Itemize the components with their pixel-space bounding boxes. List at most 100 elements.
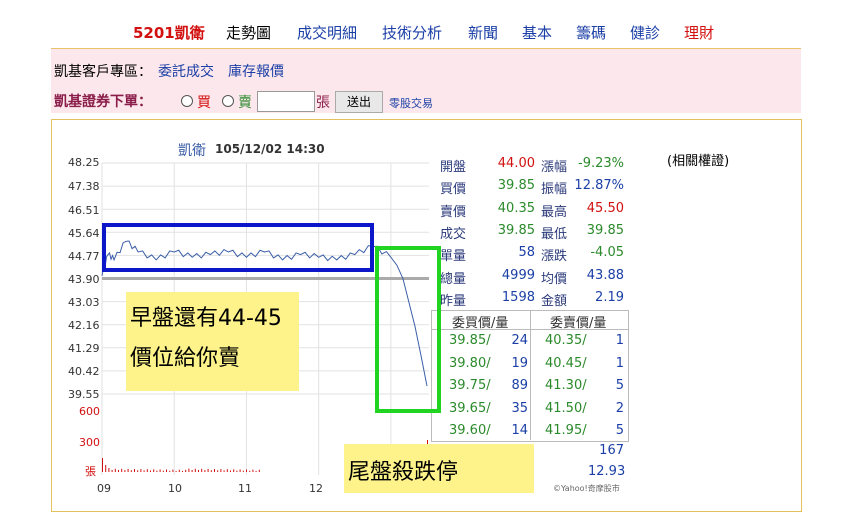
quote-label: 漲跌 [541,249,568,265]
volume-bar [223,470,225,472]
quote-value: 39.85 [497,178,535,194]
quote-label: 均價 [541,271,568,287]
volume-bar [178,469,180,472]
tab-basic[interactable]: 基本 [522,22,552,43]
quote-label: 漲幅 [541,160,568,175]
bid-price: 39.75/ [449,378,491,393]
ask-price: 41.95/ [545,423,587,438]
x-tick: 10 [168,482,182,495]
volume-bar [182,471,183,472]
broker-bar: 凱基客戶專區： 委託成交 庫存報價 凱基證券下單： 買 賣 張 送出 零股交易 [51,49,801,113]
bid-price: 39.60/ [449,423,491,438]
book-col-divider [530,310,531,440]
inventory-link[interactable]: 庫存報價 [228,64,284,80]
volume-bar [166,469,167,472]
quote-value: -4.05 [590,245,624,261]
volume-bar [249,470,251,472]
bid-price: 39.85/ [449,333,491,348]
bid-qty: 24 [511,333,528,348]
quote-value: 4999 [501,267,535,283]
submit-button[interactable]: 送出 [335,91,383,113]
x-tick: 12 [309,482,323,495]
bid-price: 39.65/ [449,400,491,416]
volume-bar [140,469,142,472]
buy-radio[interactable] [181,95,193,107]
x-tick: 11 [238,482,252,495]
odd-lot-link[interactable]: 零股交易 [389,95,433,111]
volume-bar [185,469,187,472]
quote-value: 45.50 [586,200,624,216]
volume-bar [121,468,123,472]
quote-value: 39.85 [586,222,624,238]
quote-value: 2.19 [595,289,624,305]
volume-bar [239,469,241,472]
quote-value: 39.85 [497,222,535,238]
quote-value: 12.87% [574,178,624,194]
volume-bar [233,469,235,472]
tab-chips[interactable]: 籌碼 [576,22,606,43]
sell-radio[interactable] [222,95,234,107]
sell-label: 賣 [238,95,252,111]
volume-bar [159,469,161,472]
volume-bar [105,465,107,472]
quantity-input[interactable] [257,91,315,112]
quote-label: 總量 [440,271,467,287]
bid-qty: 35 [511,400,528,416]
volume-bar [191,469,193,472]
quote-label: 最低 [541,226,568,242]
volume-bar [220,469,222,472]
volume-bar [137,470,139,472]
volume-bar [150,470,151,472]
volume-bar [175,470,177,472]
yahoo-credit: ©Yahoo!奇摩股市 [553,484,620,493]
morning-note: 早盤還有44-45 價位給你賣 [126,292,299,391]
chart-title-name: 凱衛 [178,143,206,159]
volume-bar [146,469,148,472]
volume-bar [127,468,129,472]
volume-bar [124,470,126,472]
quote-value: 40.35 [497,200,535,216]
volume-bar [236,470,238,472]
volume-bar [172,469,174,472]
volume-bar [143,470,145,472]
ask-price: 40.35/ [545,333,587,348]
order-status-link[interactable]: 委託成交 [158,64,214,80]
y-tick: 45.64 [68,227,100,240]
tab-finance[interactable]: 理財 [684,22,714,43]
tab-trade-details[interactable]: 成交明細 [297,22,357,43]
ask-qty: 5 [615,423,624,438]
bid-price: 39.80/ [449,355,491,371]
tab-technical[interactable]: 技術分析 [382,22,442,43]
quote-label: 金額 [541,293,568,309]
order-label: 凱基證券下單： [54,94,152,110]
tab-news[interactable]: 新聞 [468,22,498,43]
quote-label: 昨量 [440,293,467,309]
buy-label: 買 [197,95,211,111]
volume-bar [130,470,132,472]
related-warrants-link[interactable]: (相關權證) [667,150,729,169]
volume-bar [226,469,228,472]
volume-bar [201,468,203,472]
volume-bar [108,468,110,472]
y-tick: 44.77 [68,250,100,263]
close-note-text: 尾盤殺跌停 [348,460,459,485]
vol-tick: 300 [79,436,100,449]
quote-value: 44.00 [497,156,535,171]
volume-bar [258,469,260,472]
volume-bar [204,470,206,472]
y-tick: 42.16 [68,319,100,332]
volume-bar [246,469,247,472]
y-tick: 46.51 [68,204,100,217]
y-tick: 47.38 [68,180,100,193]
total-ask: 12.93 [588,464,626,479]
morning-highlight-box [102,223,374,272]
tab-trend[interactable]: 走勢圖 [226,22,271,43]
broker-label: 凱基客戶專區： [54,64,152,80]
volume-bar [207,468,209,472]
volume-bar [114,468,116,472]
volume-bar [194,468,196,472]
vol-unit: 張 [85,465,96,478]
unit-label: 張 [316,95,330,111]
tab-checkup[interactable]: 健診 [630,22,660,43]
volume-bar [162,470,164,472]
